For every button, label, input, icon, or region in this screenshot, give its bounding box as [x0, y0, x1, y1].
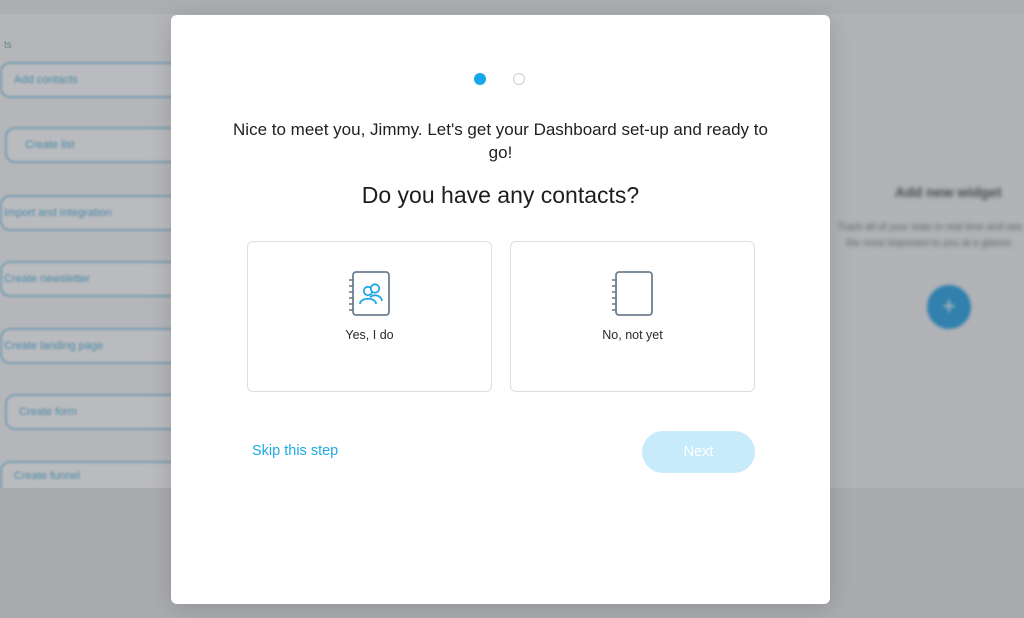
onboarding-modal: Nice to meet you, Jimmy. Let's get your … [171, 15, 830, 604]
step-dot-active [474, 73, 486, 85]
intro-text: Nice to meet you, Jimmy. Let's get your … [233, 120, 768, 162]
next-button[interactable]: Next [642, 431, 755, 473]
address-book-contacts-icon [349, 271, 390, 316]
option-no-card[interactable]: No, not yet [510, 241, 755, 392]
step-dot-inactive [513, 73, 525, 85]
empty-notebook-icon [612, 271, 653, 316]
question-heading: Do you have any contacts? [361, 182, 640, 208]
option-yes-label: Yes, I do [345, 328, 394, 342]
option-no-label: No, not yet [602, 328, 663, 342]
step-indicator [171, 73, 830, 87]
skip-step-link[interactable]: Skip this step [252, 443, 338, 459]
option-yes-card[interactable]: Yes, I do [247, 241, 492, 392]
